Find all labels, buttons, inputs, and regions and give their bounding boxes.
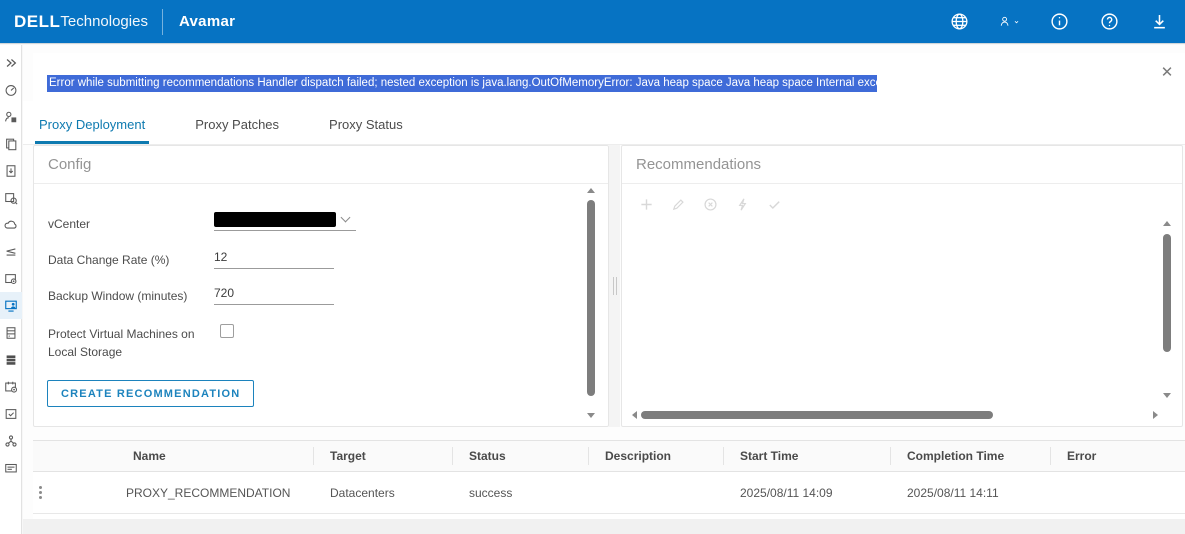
column-header-name[interactable]: Name [100,441,313,471]
table-row[interactable]: PROXY_RECOMMENDATION Datacenters success… [33,472,1185,514]
proxy-management-icon[interactable] [0,292,22,319]
column-header-description[interactable]: Description [588,441,723,471]
app-title: Avamar [178,13,236,30]
dell-logo-technologies: Technologies [60,13,148,30]
system-icon[interactable] [0,319,22,346]
scrollbar-thumb[interactable] [586,200,595,396]
dell-logo-text: DELL [14,11,61,31]
vcenter-label: vCenter [48,217,91,231]
row-actions-kebab-icon[interactable] [33,484,100,501]
cell-status: success [469,485,513,500]
instant-access-icon[interactable] [0,184,22,211]
asset-config-icon[interactable] [0,103,22,130]
jobs-table-header: Name Target Status Description Start Tim… [33,441,1185,472]
chevron-down-icon [340,212,351,223]
column-header-target[interactable]: Target [313,441,452,471]
app-header: DELL Technologies Avamar [0,0,1185,44]
avamar-app: DELL Technologies Avamar Error while sub… [0,0,1185,534]
page-footer-strip [23,519,1185,534]
recommendations-panel-title: Recommendations [622,146,1182,184]
download-icon[interactable] [1149,12,1169,32]
column-header-completion-time[interactable]: Completion Time [890,441,1050,471]
cloud-icon[interactable] [0,211,22,238]
globe-icon[interactable] [949,12,969,32]
recommendations-toolbar [638,196,783,213]
scroll-down-icon[interactable] [1162,393,1171,398]
copies-icon[interactable] [0,130,22,157]
backup-window-label: Backup Window (minutes) [48,289,188,303]
cell-name: PROXY_RECOMMENDATION [126,485,291,500]
scrollbar-thumb[interactable] [1162,234,1171,352]
cell-completion-time: 2025/08/11 14:11 [907,485,999,500]
tab-proxy-patches[interactable]: Proxy Patches [191,117,283,144]
dell-logo: DELL Technologies [14,12,148,32]
backup-window-input[interactable] [214,284,334,305]
close-icon[interactable]: ✕ [1159,65,1175,81]
recommendations-horizontal-scrollbar[interactable] [632,408,1158,421]
scroll-down-icon[interactable] [586,413,595,418]
protect-vm-label-line2: Local Storage [48,345,123,359]
tab-bar: Proxy Deployment Proxy Patches Proxy Sta… [23,101,1185,145]
header-divider [161,8,163,35]
vcenter-redacted-value [214,212,336,227]
cell-start-time: 2025/08/11 14:09 [740,485,833,500]
left-nav-sidebar [0,45,22,534]
restore-icon[interactable] [0,157,22,184]
scroll-right-icon[interactable] [1153,410,1158,419]
edit-icon[interactable] [670,196,687,213]
scroll-up-icon[interactable] [586,188,595,193]
cell-target: Datacenters [330,485,395,500]
topology-icon[interactable] [0,427,22,454]
jobs-table: Name Target Status Description Start Tim… [33,440,1185,526]
run-icon[interactable] [734,196,751,213]
tab-proxy-status[interactable]: Proxy Status [325,117,407,144]
column-header-start-time[interactable]: Start Time [723,441,890,471]
column-header-status[interactable]: Status [452,441,588,471]
backup-window-row: Backup Window (minutes) [48,284,334,305]
scrollbar-thumb[interactable] [641,410,993,419]
data-change-rate-row: Data Change Rate (%) [48,248,334,269]
config-panel: Config vCenter Data Change Rate (%) Back… [33,145,609,427]
cancel-icon[interactable] [702,196,719,213]
recommendations-panel: Recommendations [621,145,1183,427]
vcenter-select[interactable] [214,212,356,231]
protect-vm-label: Protect Virtual Machines on Local Storag… [48,322,214,361]
data-change-rate-input[interactable] [214,248,334,269]
recommendations-vertical-scrollbar[interactable] [1160,221,1173,398]
config-vertical-scrollbar[interactable] [584,188,597,418]
config-panel-title: Config [34,146,608,184]
protect-vm-label-line1: Protect Virtual Machines on [48,327,195,341]
error-message: Error while submitting recommendations H… [47,75,910,92]
schedule-icon[interactable] [0,373,22,400]
column-header-spacer [33,441,100,471]
tab-proxy-deployment[interactable]: Proxy Deployment [35,117,150,144]
add-icon[interactable] [638,196,655,213]
settings-box-icon[interactable] [0,265,22,292]
create-recommendation-button[interactable]: CREATE RECOMMENDATION [47,380,255,407]
error-banner: Error while submitting recommendations H… [33,53,1185,101]
info-icon[interactable] [1049,12,1069,32]
dashboard-icon[interactable] [0,76,22,103]
expand-icon[interactable] [0,49,22,76]
protect-vm-checkbox[interactable] [220,324,234,338]
main-content: Error while submitting recommendations H… [23,45,1185,534]
tasks-icon[interactable] [0,400,22,427]
user-menu-icon[interactable] [999,12,1019,32]
help-icon[interactable] [1099,12,1119,32]
column-header-error[interactable]: Error [1050,441,1185,471]
server-icon[interactable] [0,346,22,373]
vcenter-field-row: vCenter [48,212,356,233]
accept-icon[interactable] [766,196,783,213]
events-icon[interactable] [0,454,22,481]
data-change-rate-label: Data Change Rate (%) [48,253,170,267]
queue-icon[interactable] [0,238,22,265]
protect-vm-row: Protect Virtual Machines on Local Storag… [48,322,234,361]
panel-splitter-handle[interactable] [609,145,620,427]
scroll-up-icon[interactable] [1162,221,1171,226]
scroll-left-icon[interactable] [632,410,637,419]
